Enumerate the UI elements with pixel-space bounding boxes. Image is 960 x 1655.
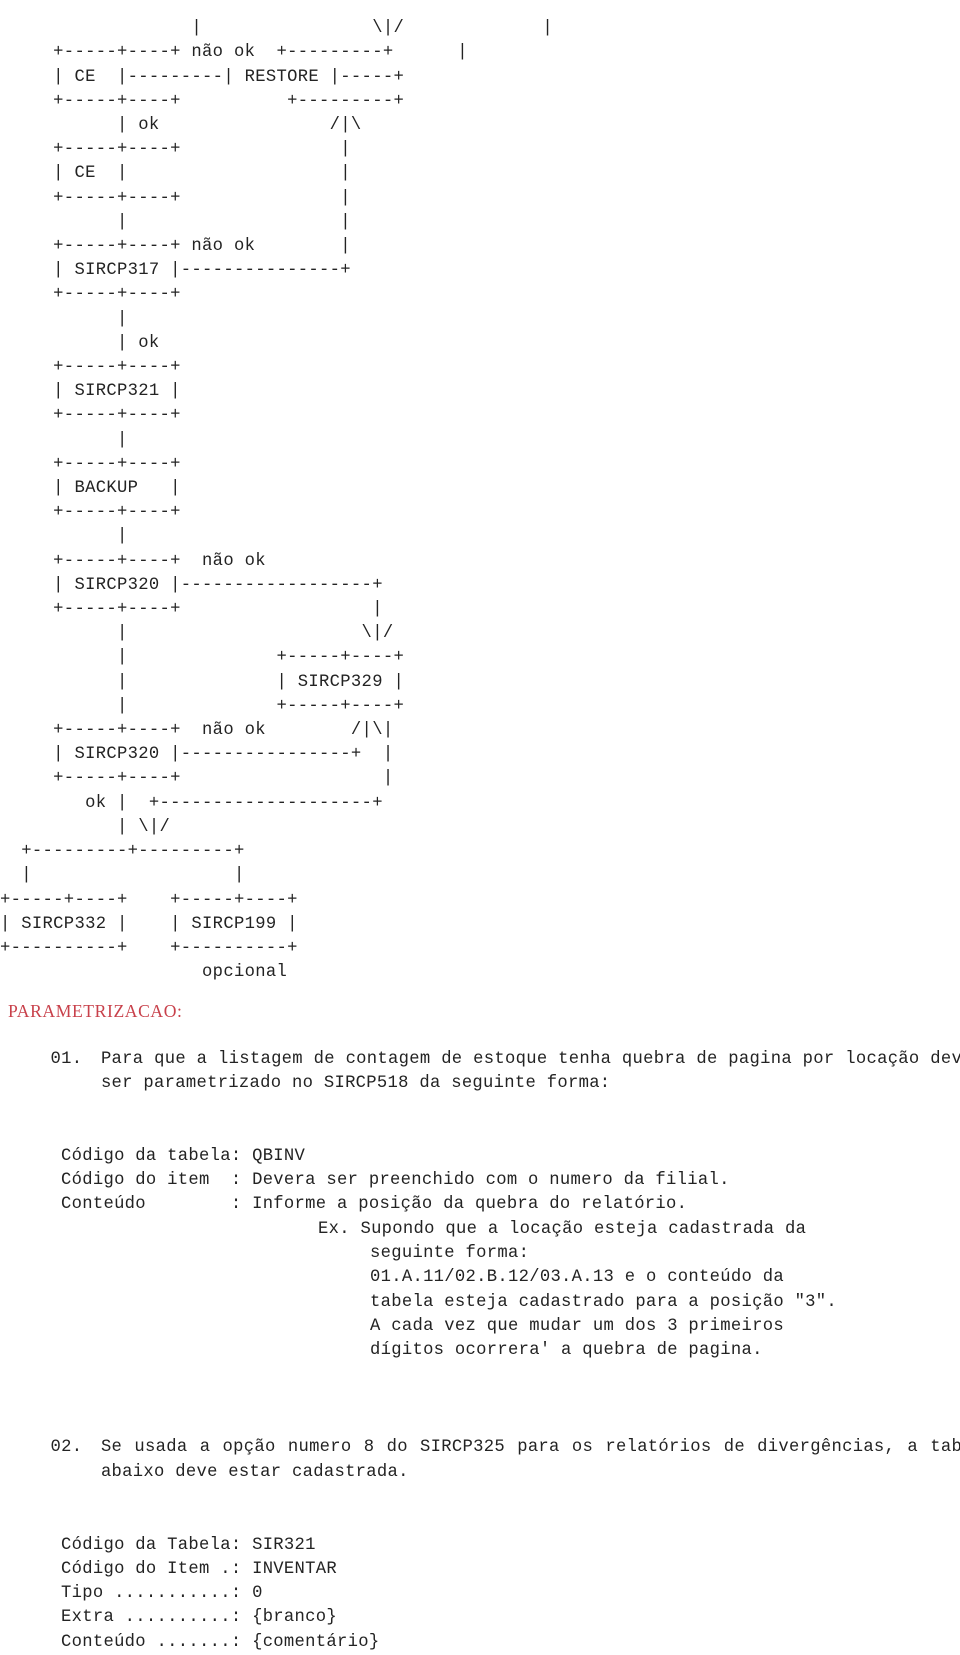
example-line-4: tabela esteja cadastrado para a posição … [370,1292,838,1312]
field-value-codigo-da-tabela-2: SIR321 [252,1535,316,1555]
field-label-codigo-do-item: Código do item : [61,1171,242,1191]
example-line-6: dígitos ocorrera' a quebra de pagina. [370,1341,763,1361]
item-01-field-row: Código do item : Devera ser preenchido c… [0,1169,960,1193]
example-line-3: 01.A.11/02.B.12/03.A.13 e o conteúdo da [370,1268,784,1288]
field-label-conteudo-2: Conteúdo .......: [61,1632,242,1652]
item-01-number: 01. [50,1049,83,1069]
field-value-codigo-do-item-2: INVENTAR [252,1559,337,1579]
item-01-field-row: Conteúdo : Informe a posição da quebra d… [0,1193,960,1217]
field-value-tipo: 0 [252,1584,263,1604]
field-value-extra: {branco} [252,1608,337,1628]
item-01-text: Para que a listagem de contagem de estoq… [100,1049,960,1093]
example-intro: Ex. Supondo que a locação esteja cadastr… [318,1219,807,1239]
field-label-extra: Extra ..........: [61,1608,242,1628]
field-value-codigo-da-tabela: QBINV [252,1146,306,1166]
item-01: 01. Para que a listagem de contagem de e… [0,1023,960,1120]
field-label-codigo-do-item-2: Código do Item .: [61,1559,242,1579]
example-line-5: A cada vez que mudar um dos 3 primeiros [370,1316,784,1336]
ascii-flowchart: | \|/ | +-----+----+ não ok +---------+ … [0,19,553,983]
item-02-field-row: Extra ..........: {branco} [0,1606,960,1630]
field-value-conteudo: Informe a posição da quebra do relatório… [252,1195,688,1215]
item-02-field-row: Código do Item .: INVENTAR [0,1558,960,1582]
item-01-field-row: Código da tabela: QBINV [0,1145,960,1169]
item-02: 02. Se usada a opção numero 8 do SIRCP32… [0,1412,960,1509]
field-label-tipo: Tipo ...........: [61,1584,242,1604]
parametrizacao-heading: PARAMETRIZACAO: [8,1001,183,1021]
field-label-codigo-da-tabela: Código da tabela: [61,1146,242,1166]
item-02-field-row: Código da Tabela: SIR321 [0,1534,960,1558]
parametrizacao-section: PARAMETRIZACAO: 01. Para que a listagem … [0,999,960,1655]
item-02-number: 02. [50,1438,83,1458]
field-label-codigo-da-tabela-2: Código da Tabela: [61,1535,242,1555]
item-02-field-row: Conteúdo .......: {comentário} [0,1631,960,1655]
item-02-text: Se usada a opção numero 8 do SIRCP325 pa… [100,1438,960,1482]
field-label-conteudo: Conteúdo : [61,1195,242,1215]
field-value-codigo-do-item: Devera ser preenchido com o numero da fi… [252,1171,730,1191]
item-02-field-row: Tipo ...........: 0 [0,1582,960,1606]
example-line-2: seguinte forma: [370,1243,530,1263]
field-value-conteudo-2: {comentário} [252,1632,380,1652]
